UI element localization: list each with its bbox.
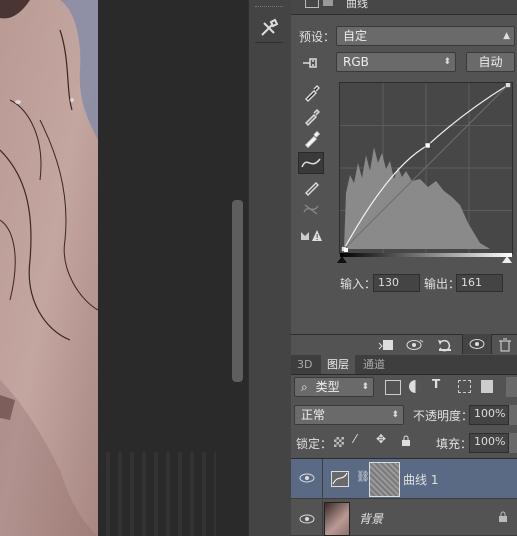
filter-adjustment-icon[interactable] — [409, 380, 422, 393]
collapsed-panel-strip — [248, 0, 292, 536]
black-point-slider[interactable] — [337, 256, 347, 263]
chain-link-icon[interactable]: ⛓ — [356, 470, 370, 483]
properties-title: 曲线 — [346, 0, 368, 10]
svg-text:!: ! — [316, 233, 319, 242]
clipping-warning-icon[interactable]: ! — [299, 226, 323, 244]
chevron-updown-icon: ⬍ — [391, 410, 399, 420]
lock-icon — [498, 511, 508, 522]
blend-mode-value: 正常 — [301, 408, 326, 422]
layer-mask-thumbnail[interactable] — [369, 462, 400, 497]
filter-pixel-icon[interactable] — [385, 380, 401, 395]
layer-name[interactable]: 曲线 1 — [403, 471, 438, 488]
preset-value: 自定 — [343, 29, 368, 43]
layer-visibility-eye-icon[interactable] — [299, 513, 315, 525]
preset-label: 预设： — [299, 30, 336, 44]
curves-graph-svg — [340, 82, 512, 253]
filter-smartobject-icon[interactable] — [481, 380, 493, 393]
properties-header: 曲线 — [291, 0, 517, 15]
curves-graph[interactable] — [339, 82, 513, 254]
lock-paint-icon[interactable]: ⁄ — [354, 432, 356, 446]
opacity-field[interactable]: 100% — [469, 405, 509, 425]
layer-visibility-eye-icon[interactable] — [299, 472, 315, 484]
search-icon: ⌕ — [301, 380, 308, 394]
layer-row-curves[interactable]: ⛓ 曲线 1 — [291, 459, 517, 499]
tools-button[interactable] — [255, 16, 283, 43]
input-label: 输入： — [340, 277, 377, 291]
portrait-photo — [0, 0, 98, 536]
opacity-stepper[interactable] — [509, 405, 517, 425]
layers-tabbar: 3D 图层 通道 — [291, 355, 517, 375]
blend-mode-dropdown[interactable]: 正常 ⬍ — [294, 405, 404, 425]
auto-button[interactable]: 自动 — [466, 52, 515, 72]
fill-label: 填充： — [436, 437, 473, 451]
mask-icon — [323, 0, 333, 6]
output-field[interactable]: 161 — [456, 274, 503, 292]
canvas-ghost-strip — [106, 452, 216, 536]
layer-filter-dropdown[interactable]: ⌕ 类型 ⬍ — [294, 377, 374, 397]
filter-value: 类型 — [315, 380, 340, 394]
channel-value: RGB — [343, 55, 369, 69]
filter-shape-icon[interactable] — [458, 380, 471, 393]
output-label: 输出： — [424, 277, 461, 291]
histogram — [344, 147, 490, 249]
gray-eyedropper-icon[interactable] — [301, 108, 321, 126]
white-eyedropper-icon[interactable] — [301, 130, 321, 148]
chevron-updown-icon: ⬍ — [443, 57, 451, 67]
eye-separator — [322, 500, 323, 536]
strip-grip[interactable] — [255, 6, 283, 11]
lock-label: 锁定： — [296, 437, 333, 451]
view-previous-icon[interactable] — [405, 338, 425, 352]
reset-icon[interactable] — [436, 338, 454, 352]
visibility-toggle[interactable] — [462, 334, 492, 354]
eye-separator — [322, 459, 323, 499]
smooth-curve-icon[interactable] — [301, 200, 321, 218]
tools-icon — [261, 18, 279, 36]
input-field[interactable]: 130 — [373, 274, 420, 292]
curve-point-tool[interactable] — [298, 152, 324, 174]
eye-icon — [469, 339, 485, 349]
lock-move-icon[interactable]: ✥ — [376, 432, 386, 446]
tab-3d[interactable]: 3D — [291, 355, 318, 374]
layer-name[interactable]: 背景 — [359, 510, 383, 527]
lock-transparency-icon[interactable] — [334, 437, 344, 447]
white-point-slider[interactable] — [502, 256, 512, 263]
vertical-scrollbar[interactable] — [232, 200, 243, 382]
fill-field[interactable]: 100% — [469, 433, 509, 453]
curve-wave-icon — [301, 158, 321, 168]
channel-dropdown[interactable]: RGB ⬍ — [336, 52, 456, 72]
opacity-label: 不透明度： — [413, 409, 474, 423]
lock-all-icon[interactable] — [400, 435, 412, 447]
curves-adjustment-icon — [305, 0, 319, 8]
black-eyedropper-icon[interactable] — [301, 84, 321, 102]
input-gradient-bar — [340, 253, 512, 257]
curves-adjustment-icon — [331, 471, 349, 487]
pencil-icon[interactable] — [301, 178, 321, 196]
filter-toggle[interactable] — [506, 377, 517, 397]
fill-stepper[interactable] — [509, 433, 517, 453]
trash-icon[interactable] — [497, 338, 513, 352]
properties-panel — [291, 0, 517, 536]
chevron-updown-icon: ▲ — [503, 31, 510, 41]
layer-image-thumbnail — [324, 502, 350, 536]
chevron-updown-icon: ⬍ — [361, 382, 369, 392]
tab-channels[interactable]: 通道 — [357, 355, 391, 374]
layer-row-background[interactable]: 背景 — [291, 500, 517, 536]
filter-type-icon[interactable]: T — [432, 377, 440, 391]
curve-control-point[interactable] — [424, 142, 431, 149]
preset-dropdown[interactable]: 自定 ▲ — [336, 26, 515, 46]
graph-corner — [344, 248, 348, 252]
tab-layers[interactable]: 图层 — [321, 355, 355, 374]
curve-control-point[interactable] — [505, 82, 511, 88]
hand-target-icon[interactable] — [300, 54, 320, 72]
canvas-photo[interactable] — [0, 0, 98, 536]
clip-to-layer-icon[interactable] — [377, 338, 395, 352]
